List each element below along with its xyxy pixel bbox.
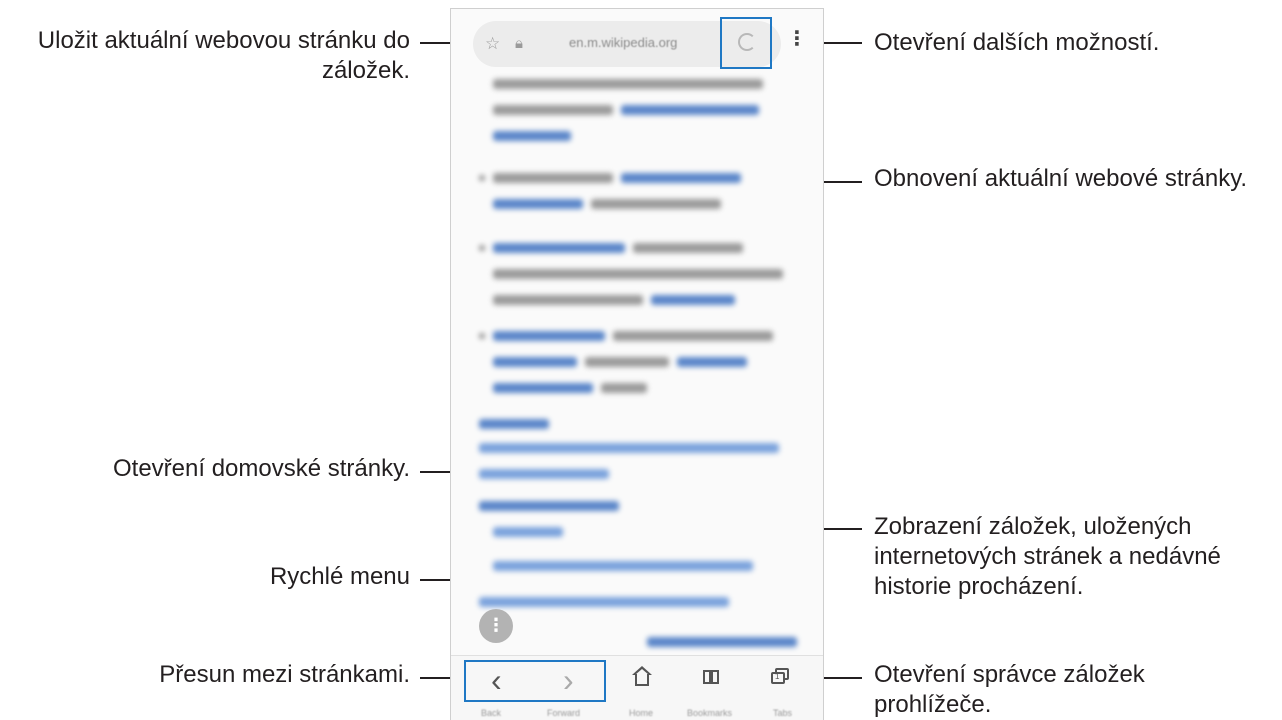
callout-bookmark-save-text: Uložit aktuální webovou stránku do zálož… bbox=[37, 27, 410, 84]
bookmarks-label: Bookmarks bbox=[687, 708, 733, 718]
bullet bbox=[479, 333, 485, 339]
text-line bbox=[493, 269, 783, 279]
callout-more-options: Otevření dalších možností. bbox=[874, 28, 1159, 58]
callout-home-text: Otevření domovské stránky. bbox=[113, 455, 410, 482]
tabs-label: Tabs bbox=[773, 708, 793, 718]
text-line bbox=[493, 105, 613, 115]
text-line bbox=[493, 173, 613, 183]
reload-button[interactable] bbox=[720, 17, 772, 69]
callout-navigate-pages-text: Přesun mezi stránkami. bbox=[159, 661, 410, 688]
callout-navigate-pages: Přesun mezi stránkami. bbox=[0, 660, 410, 690]
back-forward-highlight bbox=[464, 660, 606, 702]
tabs-count: 1 bbox=[775, 672, 780, 681]
callout-refresh-text: Obnovení aktuální webové stránky. bbox=[874, 165, 1248, 192]
text-line bbox=[493, 79, 763, 89]
text-line bbox=[601, 383, 647, 393]
link-line bbox=[493, 357, 577, 367]
page-content-blurred bbox=[451, 71, 823, 649]
phone-screen: ☆ 🔒︎ en.m.wikipedia.org ⋮ ⋮ ‹ › Back For… bbox=[450, 8, 824, 720]
callout-more-options-text: Otevření dalších možností. bbox=[874, 29, 1160, 56]
callout-home: Otevření domovské stránky. bbox=[0, 454, 410, 484]
more-vertical-icon[interactable]: ⋮ bbox=[787, 29, 807, 49]
link-line bbox=[647, 637, 797, 647]
bullet bbox=[479, 245, 485, 251]
link-line bbox=[479, 419, 549, 429]
callout-bookmark-save: Uložit aktuální webovou stránku do zálož… bbox=[0, 26, 410, 86]
text-line bbox=[633, 243, 743, 253]
link-line bbox=[493, 331, 605, 341]
bottom-toolbar: ‹ › Back Forward Home Bookmarks 1 Tabs bbox=[451, 655, 823, 720]
link-line bbox=[479, 469, 609, 479]
link-line bbox=[621, 173, 741, 183]
callout-tab-manager: Otevření správce záložek prohlížeče. bbox=[874, 660, 1254, 720]
link-line bbox=[493, 561, 753, 571]
link-line bbox=[479, 597, 729, 607]
callout-bookmarks-view: Zobrazení záložek, uložených internetový… bbox=[874, 512, 1274, 602]
bookmarks-icon-right-page bbox=[711, 670, 719, 684]
more-vertical-icon: ⋮ bbox=[487, 615, 505, 635]
link-line bbox=[479, 443, 779, 453]
tabs-icon-front: 1 bbox=[771, 672, 785, 684]
text-line bbox=[585, 357, 669, 367]
callout-tab-manager-text: Otevření správce záložek prohlížeče. bbox=[874, 661, 1145, 718]
link-line bbox=[493, 383, 593, 393]
text-line bbox=[591, 199, 721, 209]
callout-quick-menu: Rychlé menu bbox=[0, 562, 410, 592]
link-line bbox=[479, 501, 619, 511]
callout-bookmarks-view-text: Zobrazení záložek, uložených internetový… bbox=[874, 513, 1221, 600]
text-line bbox=[613, 331, 773, 341]
callout-quick-menu-text: Rychlé menu bbox=[269, 563, 410, 590]
url-text[interactable]: en.m.wikipedia.org bbox=[569, 35, 677, 50]
link-line bbox=[493, 131, 571, 141]
forward-arrow-icon[interactable]: › bbox=[563, 664, 574, 696]
lock-icon: 🔒︎ bbox=[515, 35, 523, 52]
link-line bbox=[493, 527, 563, 537]
quick-menu-button[interactable]: ⋮ bbox=[479, 609, 513, 643]
link-line bbox=[493, 243, 625, 253]
callout-refresh: Obnovení aktuální webové stránky. bbox=[874, 164, 1247, 194]
link-line bbox=[621, 105, 759, 115]
link-line bbox=[651, 295, 735, 305]
back-label: Back bbox=[481, 708, 502, 718]
forward-label: Forward bbox=[547, 708, 581, 718]
bullet bbox=[479, 175, 485, 181]
link-line bbox=[677, 357, 747, 367]
bookmarks-icon bbox=[703, 670, 711, 684]
back-arrow-icon[interactable]: ‹ bbox=[491, 664, 502, 696]
link-line bbox=[493, 199, 583, 209]
home-icon-body bbox=[635, 674, 649, 686]
text-line bbox=[493, 295, 643, 305]
reload-icon bbox=[738, 33, 756, 51]
star-icon[interactable]: ☆ bbox=[485, 34, 500, 54]
home-label: Home bbox=[629, 708, 654, 718]
